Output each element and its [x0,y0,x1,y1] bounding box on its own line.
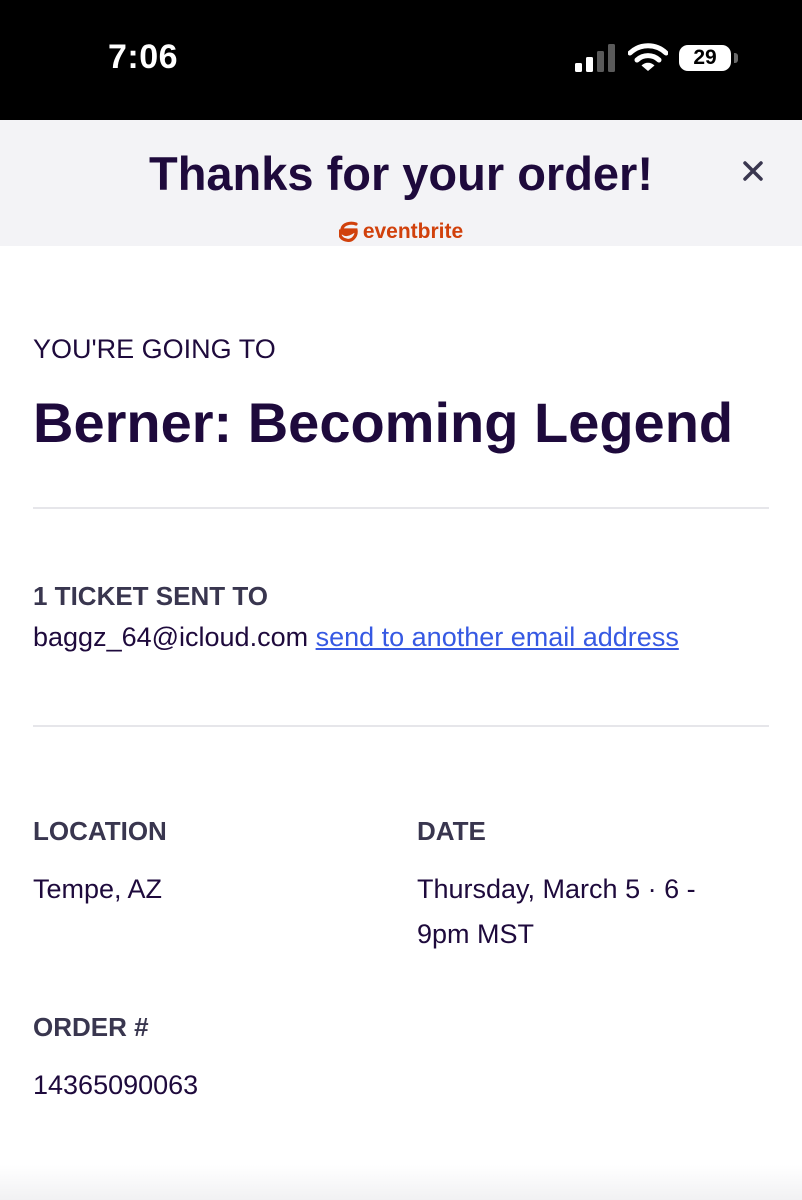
wifi-icon [628,43,668,71]
send-to-another-email-link[interactable]: send to another email address [316,622,679,652]
ticket-email: baggz_64@icloud.com [33,622,309,652]
status-bar: 7:06 29 [0,0,802,120]
date-label: DATE [417,816,486,846]
order-header: Thanks for your order! eventbrite [0,120,802,246]
eventbrite-logo: eventbrite [0,220,802,244]
battery-tip [734,53,738,63]
header-title: Thanks for your order! [148,147,653,200]
date-value-line1: Thursday, March 5 · 6 - [417,874,696,904]
eventbrite-logo-icon [338,221,358,242]
battery-indicator: 29 [679,45,731,71]
date-value-line2: 9pm MST [417,919,535,949]
close-icon[interactable] [734,152,772,190]
location-value: Tempe, AZ [33,874,163,904]
ticket-line: baggz_64@icloud.com send to another emai… [33,622,679,653]
going-to-label: YOU'RE GOING TO [33,334,276,364]
cellular-signal-icon [575,44,615,72]
ticket-sent-label: 1 TICKET SENT TO [33,581,268,611]
location-label: LOCATION [33,816,167,846]
divider [33,725,769,727]
order-number-value: 14365090063 [33,1070,199,1100]
order-number-label: ORDER # [33,1012,149,1042]
divider [33,507,769,509]
brand-name: eventbrite [362,220,464,243]
bottom-fade [0,1165,802,1200]
event-title: Berner: Becoming Legend [33,391,734,454]
status-time: 7:06 [108,38,179,76]
